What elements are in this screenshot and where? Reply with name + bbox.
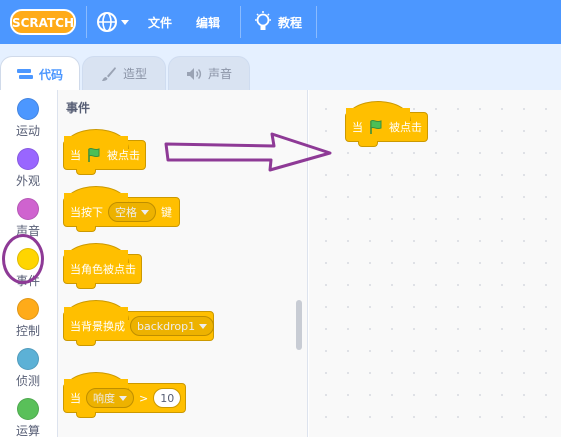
editor-tabs: 代码 造型 声音 <box>0 44 561 91</box>
chevron-down-icon <box>141 209 149 215</box>
category-control[interactable]: 控制 <box>0 292 58 342</box>
category-motion[interactable]: 运动 <box>0 92 58 142</box>
category-label: 控制 <box>15 324 40 338</box>
dropdown-value: backdrop1 <box>137 319 196 333</box>
category-menu: 运动 外观 声音 事件 控制 侦测 运算 <box>0 90 58 437</box>
menu-file[interactable]: 文件 <box>148 14 172 31</box>
category-label: 外观 <box>15 174 40 188</box>
drag-direction-arrow-icon <box>164 132 332 172</box>
block-text: > <box>139 391 149 405</box>
category-color-dot <box>17 148 39 170</box>
menu-tutorials[interactable]: 教程 <box>278 14 302 31</box>
block-text: 键 <box>161 206 172 219</box>
hat-cap <box>345 101 411 124</box>
code-icon <box>16 69 33 79</box>
tab-costumes[interactable]: 造型 <box>82 56 166 90</box>
tab-label: 代码 <box>38 67 63 82</box>
lightbulb-icon[interactable] <box>254 11 272 33</box>
hat-cap <box>63 129 129 152</box>
events-highlight-circle <box>2 234 44 284</box>
svg-text:SCRATCH: SCRATCH <box>12 16 74 30</box>
category-color-dot <box>17 98 39 120</box>
dropdown-value: 空格 <box>115 206 137 219</box>
when-sprite-clicked-block[interactable]: 当角色被点击 <box>63 243 142 289</box>
category-sensing[interactable]: 侦测 <box>0 342 58 392</box>
tab-sounds[interactable]: 声音 <box>168 56 250 90</box>
script-when-flag-clicked-block[interactable]: 当 被点击 <box>345 101 428 147</box>
block-text: 当按下 <box>70 206 103 219</box>
when-backdrop-switches-block[interactable]: 当背景换成 backdrop1 <box>63 300 215 346</box>
chevron-down-icon <box>119 395 127 401</box>
block-text: 被点击 <box>107 149 140 162</box>
block-text: 当 <box>70 392 81 405</box>
dropdown-value: 响度 <box>93 392 115 405</box>
green-flag-icon <box>370 119 382 134</box>
category-color-dot <box>17 198 39 220</box>
tab-code[interactable]: 代码 <box>0 56 80 91</box>
category-color-dot <box>17 348 39 370</box>
key-dropdown[interactable]: 空格 <box>108 202 156 222</box>
block-text: 当背景换成 <box>70 320 125 333</box>
block-text: 当 <box>70 149 81 162</box>
when-greater-than-block[interactable]: 当 响度 > 10 <box>63 372 186 418</box>
category-color-dot <box>17 398 39 420</box>
menu-divider <box>316 6 317 38</box>
category-operators[interactable]: 运算 <box>0 392 58 437</box>
category-label: 运算 <box>15 424 40 437</box>
script-area[interactable]: 当 被点击 <box>309 90 561 437</box>
hat-cap <box>63 243 129 266</box>
tab-label: 造型 <box>122 67 147 81</box>
palette-scrollbar[interactable] <box>296 300 302 350</box>
menu-divider <box>86 6 87 38</box>
menu-divider <box>240 6 241 38</box>
category-label: 侦测 <box>15 374 40 388</box>
menu-bar: SCRATCH 文件 编辑 教程 <box>0 0 561 44</box>
backdrop-dropdown[interactable]: backdrop1 <box>130 316 215 336</box>
scratch-logo[interactable]: SCRATCH <box>10 8 76 36</box>
speaker-icon <box>186 67 202 80</box>
when-key-pressed-block[interactable]: 当按下 空格 键 <box>63 186 180 232</box>
block-text: 当 <box>352 121 363 134</box>
when-flag-clicked-block[interactable]: 当 被点击 <box>63 129 146 175</box>
block-text: 被点击 <box>389 121 422 134</box>
tab-label: 声音 <box>207 67 232 81</box>
block-text: 当角色被点击 <box>70 263 136 276</box>
palette-section-title: 事件 <box>66 101 91 115</box>
menu-edit[interactable]: 编辑 <box>196 14 220 31</box>
value-input[interactable]: 10 <box>153 388 182 408</box>
language-globe-icon[interactable] <box>96 11 130 33</box>
chevron-down-icon <box>199 323 208 329</box>
category-looks[interactable]: 外观 <box>0 142 58 192</box>
category-label: 运动 <box>15 124 40 138</box>
green-flag-icon <box>88 147 100 162</box>
brush-icon <box>101 66 116 81</box>
sensor-dropdown[interactable]: 响度 <box>86 388 134 408</box>
category-color-dot <box>17 298 39 320</box>
